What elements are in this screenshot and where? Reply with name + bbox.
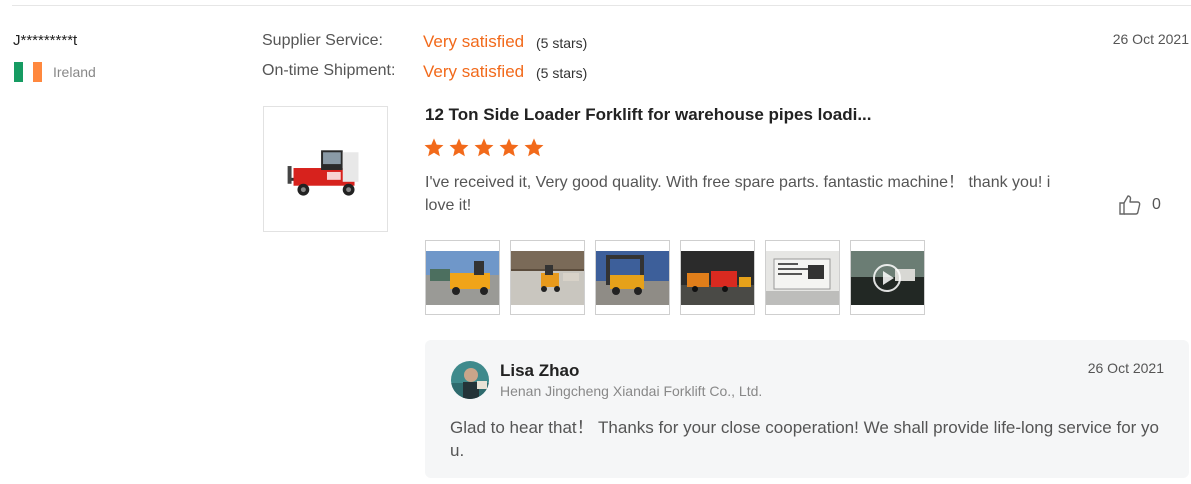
review-photo[interactable] bbox=[510, 240, 585, 315]
star-icon bbox=[474, 138, 494, 157]
review-photo[interactable] bbox=[595, 240, 670, 315]
star-icon bbox=[524, 138, 544, 157]
play-icon bbox=[873, 264, 901, 292]
supplier-reply: Lisa Zhao Henan Jingcheng Xiandai Forkli… bbox=[425, 340, 1189, 478]
thumbs-up-icon bbox=[1119, 195, 1141, 215]
avatar bbox=[451, 361, 489, 399]
reply-date: 26 Oct 2021 bbox=[1087, 360, 1164, 376]
shipment-label: On-time Shipment: bbox=[262, 62, 396, 79]
star-icon bbox=[499, 138, 519, 157]
forklift-photo bbox=[681, 251, 754, 305]
forklift-photo bbox=[766, 251, 839, 305]
ireland-flag-icon bbox=[14, 62, 42, 82]
forklift-image bbox=[287, 150, 359, 196]
reply-author-name: Lisa Zhao bbox=[500, 361, 580, 380]
review-media-list bbox=[425, 240, 925, 315]
forklift-photo bbox=[596, 251, 669, 305]
review-video[interactable] bbox=[850, 240, 925, 315]
supplier-service-value: Very satisfied bbox=[423, 32, 525, 51]
shipment-value: Very satisfied bbox=[423, 62, 525, 81]
review-date: 26 Oct 2021 bbox=[1112, 31, 1189, 47]
like-button[interactable]: 0 bbox=[1118, 193, 1161, 217]
star-icon bbox=[449, 138, 469, 157]
supplier-service-label: Supplier Service: bbox=[262, 32, 383, 49]
reviewer-name: J*********t bbox=[13, 32, 78, 49]
forklift-photo bbox=[426, 251, 499, 305]
product-image[interactable] bbox=[263, 106, 388, 232]
like-count: 0 bbox=[1152, 196, 1161, 213]
supplier-service-stars: (5 stars) bbox=[536, 35, 588, 51]
product-title[interactable]: 12 Ton Side Loader Forklift for warehous… bbox=[425, 105, 871, 125]
review-photo[interactable] bbox=[765, 240, 840, 315]
review-stars bbox=[423, 137, 545, 159]
reply-text: Glad to hear that！ Thanks for your close… bbox=[450, 418, 1160, 460]
star-icon bbox=[424, 138, 444, 157]
reviewer-country: Ireland bbox=[53, 64, 96, 80]
reply-company: Henan Jingcheng Xiandai Forklift Co., Lt… bbox=[500, 383, 763, 399]
review-comment: I've received it, Very good quality. Wit… bbox=[425, 174, 1051, 214]
forklift-photo bbox=[511, 251, 584, 305]
review-photo[interactable] bbox=[680, 240, 755, 315]
divider bbox=[12, 5, 1191, 6]
shipment-stars: (5 stars) bbox=[536, 65, 588, 81]
review-photo[interactable] bbox=[425, 240, 500, 315]
